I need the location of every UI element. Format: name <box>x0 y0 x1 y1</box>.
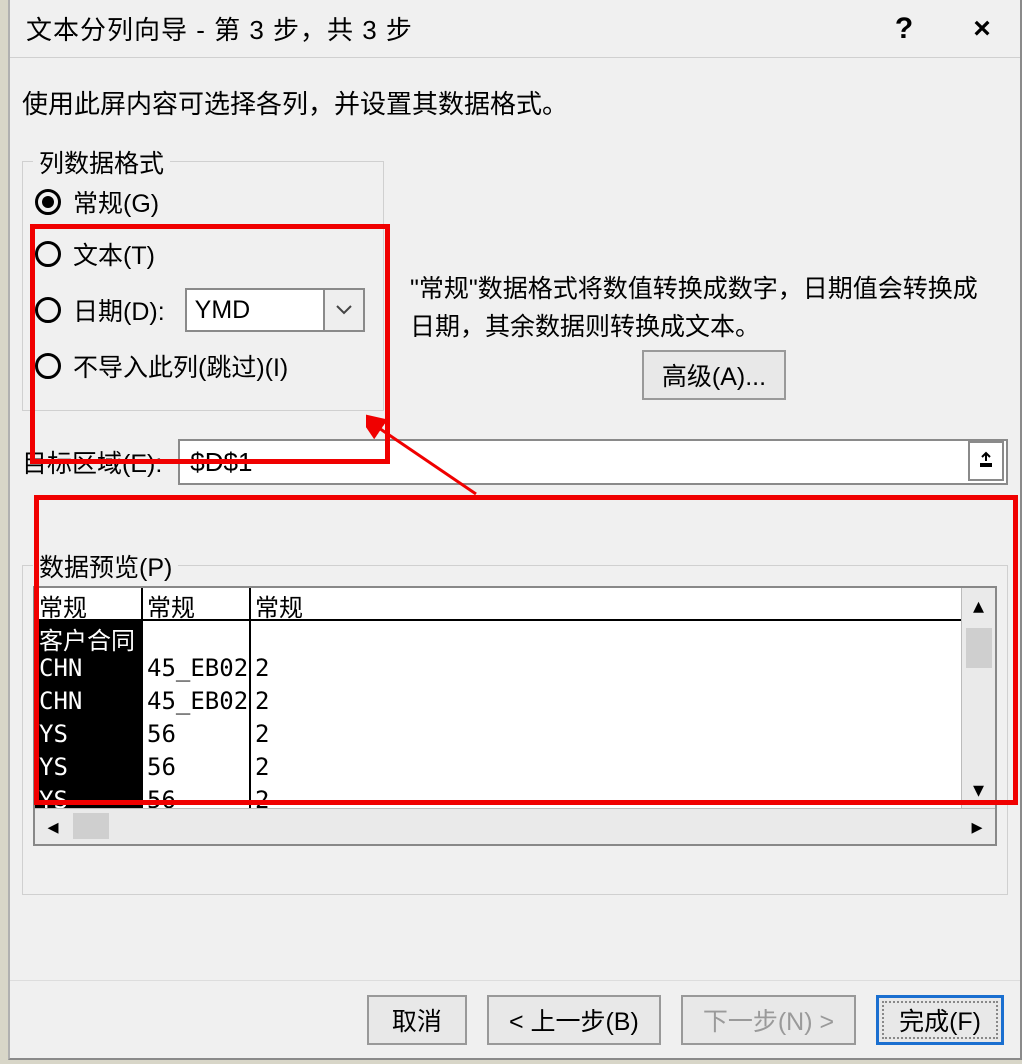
annotation-highlight <box>34 495 1018 805</box>
back-button[interactable]: < 上一步(B) <box>487 995 661 1045</box>
scroll-track[interactable] <box>71 809 959 844</box>
finish-button[interactable]: 完成(F) <box>876 995 1004 1045</box>
annotation-highlight <box>30 224 390 464</box>
advanced-button[interactable]: 高级(A)... <box>642 350 786 400</box>
dialog-body: 使用此屏内容可选择各列，并设置其数据格式。 列数据格式 常规(G) 文本(T) … <box>10 58 1020 933</box>
horizontal-scrollbar[interactable]: ◂ ▸ <box>35 808 995 844</box>
format-group-label: 列数据格式 <box>33 144 170 180</box>
scroll-left-icon[interactable]: ◂ <box>35 809 71 844</box>
titlebar: 文本分列向导 - 第 3 步，共 3 步 ? × <box>10 0 1020 58</box>
radio-general[interactable] <box>35 189 61 215</box>
help-icon[interactable]: ? <box>882 7 926 51</box>
cancel-button[interactable]: 取消 <box>367 995 467 1045</box>
radio-general-label[interactable]: 常规(G) <box>73 184 159 220</box>
scroll-thumb[interactable] <box>73 813 109 839</box>
radio-general-row[interactable]: 常规(G) <box>23 178 383 230</box>
dialog-title: 文本分列向导 - 第 3 步，共 3 步 <box>26 10 882 47</box>
dialog-footer: 取消 < 上一步(B) 下一步(N) > 完成(F) <box>10 980 1020 1058</box>
format-description: "常规"数据格式将数值转换成数字，日期值会转换成日期，其余数据则转换成文本。 <box>410 270 990 346</box>
scroll-right-icon[interactable]: ▸ <box>959 809 995 844</box>
close-icon[interactable]: × <box>960 7 1004 51</box>
wizard-dialog: 文本分列向导 - 第 3 步，共 3 步 ? × 使用此屏内容可选择各列，并设置… <box>8 0 1022 1060</box>
instruction-text: 使用此屏内容可选择各列，并设置其数据格式。 <box>22 84 1008 121</box>
collapse-dialog-icon[interactable] <box>968 441 1004 481</box>
next-button: 下一步(N) > <box>681 995 856 1045</box>
